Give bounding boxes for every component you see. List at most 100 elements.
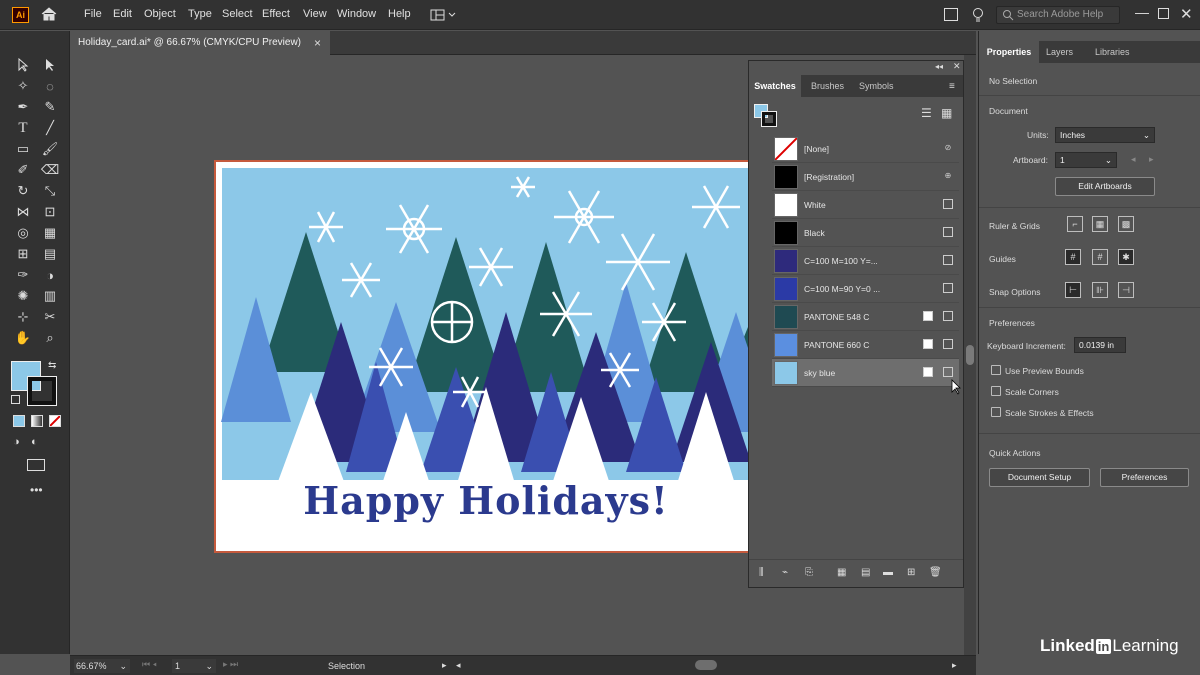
eraser-tool-icon[interactable]: ⌫	[41, 161, 59, 179]
selection-tool-icon[interactable]	[14, 56, 32, 74]
edit-toolbar-icon[interactable]: •••	[30, 483, 43, 497]
menu-help[interactable]: Help	[388, 8, 411, 20]
zoom-level-dropdown[interactable]: 66.67% ⌄	[74, 659, 130, 673]
first-artboard-icon[interactable]: ⏮ ◂	[142, 659, 157, 670]
menu-window[interactable]: Window	[337, 8, 376, 20]
rotate-tool-icon[interactable]: ↻	[14, 182, 32, 200]
vertical-scroll-thumb[interactable]	[966, 345, 974, 365]
swap-fill-stroke-icon[interactable]: ⇆	[48, 360, 56, 371]
shaper-tool-icon[interactable]: ✐	[14, 161, 32, 179]
mesh-tool-icon[interactable]: ⊞	[14, 245, 32, 263]
arrange-documents-icon[interactable]	[944, 8, 958, 21]
width-tool-icon[interactable]: ⋈	[14, 203, 32, 221]
slice-tool-icon[interactable]: ✂	[41, 308, 59, 326]
draw-mode-icon[interactable]: ◑	[13, 436, 20, 448]
use-preview-bounds-checkbox[interactable]	[991, 365, 1001, 375]
panel-stroke-swatch[interactable]	[761, 111, 777, 127]
swatch-row-c100-m90[interactable]: C=100 M=90 Y=0 ...	[772, 275, 959, 303]
units-dropdown[interactable]: Inches ⌄	[1055, 127, 1155, 143]
artboard-tool-icon[interactable]: ⊹	[14, 308, 32, 326]
none-mode-icon[interactable]	[49, 415, 61, 427]
transparency-grid-icon[interactable]: ▩	[1118, 216, 1134, 232]
snap-to-glyph-icon[interactable]: ⊣	[1118, 282, 1134, 298]
type-tool-icon[interactable]: T	[14, 119, 32, 137]
menu-type[interactable]: Type	[188, 8, 212, 20]
new-group-folder-icon[interactable]: ▬	[883, 567, 893, 578]
tab-properties[interactable]: Properties	[979, 41, 1039, 63]
tab-swatches[interactable]: Swatches	[749, 75, 801, 97]
menu-edit[interactable]: Edit	[113, 8, 132, 20]
artboard-navigator[interactable]: 1 ⌄	[172, 659, 216, 673]
close-window-button[interactable]: ✕	[1180, 5, 1193, 23]
lasso-tool-icon[interactable]: ◌	[41, 77, 59, 95]
swatch-row-registration[interactable]: [Registration] ⊕	[772, 163, 959, 191]
lightbulb-icon[interactable]	[972, 7, 984, 23]
ruler-icon[interactable]: ⌐	[1067, 216, 1083, 232]
scale-corners-checkbox[interactable]	[991, 386, 1001, 396]
scroll-left-icon[interactable]: ◂	[456, 660, 461, 671]
minimize-button[interactable]: —	[1135, 4, 1149, 20]
default-fill-stroke-icon[interactable]	[11, 395, 20, 404]
screen-mode-icon[interactable]	[27, 459, 45, 471]
lock-guides-icon[interactable]: #	[1092, 249, 1108, 265]
scroll-right-icon[interactable]: ▸	[952, 660, 957, 671]
home-icon[interactable]	[40, 6, 58, 22]
grid-view-icon[interactable]: ▦	[941, 106, 952, 120]
gradient-tool-icon[interactable]: ▤	[41, 245, 59, 263]
smart-guides-icon[interactable]: ✱	[1118, 249, 1134, 265]
paintbrush-tool-icon[interactable]: 🖌	[41, 140, 59, 158]
zoom-tool-icon[interactable]: ⌕	[41, 329, 59, 347]
magic-wand-tool-icon[interactable]: ✧	[14, 77, 32, 95]
close-panel-icon[interactable]: ✕	[953, 61, 961, 72]
tab-libraries[interactable]: Libraries	[1095, 41, 1130, 63]
snap-to-pixel-icon[interactable]: ⊪	[1092, 282, 1108, 298]
menu-select[interactable]: Select	[222, 8, 253, 20]
grid-icon[interactable]: ▦	[1092, 216, 1108, 232]
stroke-color-swatch[interactable]	[27, 376, 57, 406]
swatch-libraries-icon[interactable]: ⫼	[759, 567, 764, 578]
workspace-switcher-icon[interactable]	[430, 9, 458, 21]
shape-builder-tool-icon[interactable]: ◎	[14, 224, 32, 242]
previous-artboard-icon[interactable]: ◂	[1131, 154, 1136, 165]
keyboard-increment-input[interactable]: 0.0139 in	[1074, 337, 1126, 353]
next-artboard-icon[interactable]: ▸	[1149, 154, 1154, 165]
tab-brushes[interactable]: Brushes	[811, 75, 844, 97]
panel-menu-icon[interactable]: ≡	[949, 81, 955, 92]
document-tab[interactable]: Holiday_card.ai* @ 66.67% (CMYK/CPU Prev…	[70, 31, 330, 55]
swatch-row-pantone-660[interactable]: PANTONE 660 C	[772, 331, 959, 359]
document-setup-button[interactable]: Document Setup	[989, 468, 1090, 487]
swatch-row-c100-m100[interactable]: C=100 M=100 Y=...	[772, 247, 959, 275]
swatch-row-pantone-548[interactable]: PANTONE 548 C	[772, 303, 959, 331]
draw-behind-icon[interactable]: ◐	[31, 436, 38, 448]
curvature-tool-icon[interactable]: ✎	[41, 98, 59, 116]
rectangle-tool-icon[interactable]: ▭	[14, 140, 32, 158]
snap-to-point-icon[interactable]: ⊢	[1065, 282, 1081, 298]
tab-layers[interactable]: Layers	[1046, 41, 1073, 63]
swatch-row-white[interactable]: White	[772, 191, 959, 219]
place-swatches-icon[interactable]: ⎘	[805, 567, 813, 578]
swatch-row-black[interactable]: Black	[772, 219, 959, 247]
swatch-options-icon[interactable]: ▦	[837, 567, 846, 578]
collapse-panel-icon[interactable]: ◂◂	[935, 62, 943, 71]
free-transform-tool-icon[interactable]: ⊡	[41, 203, 59, 221]
show-guides-icon[interactable]: #	[1065, 249, 1081, 265]
menu-file[interactable]: File	[84, 8, 102, 20]
blend-tool-icon[interactable]: ◑	[41, 266, 59, 284]
artboard[interactable]: Happy Holidays!	[216, 162, 756, 551]
symbol-sprayer-tool-icon[interactable]: ✺	[14, 287, 32, 305]
delete-swatch-icon[interactable]: 🗑	[929, 567, 942, 578]
show-kinds-icon[interactable]: ⌁	[782, 567, 788, 578]
menu-view[interactable]: View	[303, 8, 327, 20]
new-swatch-icon[interactable]: ⊞	[907, 567, 915, 578]
horizontal-scroll-thumb[interactable]	[695, 660, 717, 670]
menu-effect[interactable]: Effect	[262, 8, 290, 20]
menu-object[interactable]: Object	[144, 8, 176, 20]
last-artboard-icon[interactable]: ▸ ⏭	[223, 659, 238, 670]
gradient-mode-icon[interactable]	[31, 415, 43, 427]
search-input[interactable]: Search Adobe Help	[996, 6, 1120, 24]
edit-artboards-button[interactable]: Edit Artboards	[1055, 177, 1155, 196]
preferences-button[interactable]: Preferences	[1100, 468, 1189, 487]
eyedropper-tool-icon[interactable]: ✑	[14, 266, 32, 284]
color-group-icon[interactable]: ▤	[861, 567, 870, 578]
swatch-row-sky-blue[interactable]: sky blue	[772, 359, 959, 387]
